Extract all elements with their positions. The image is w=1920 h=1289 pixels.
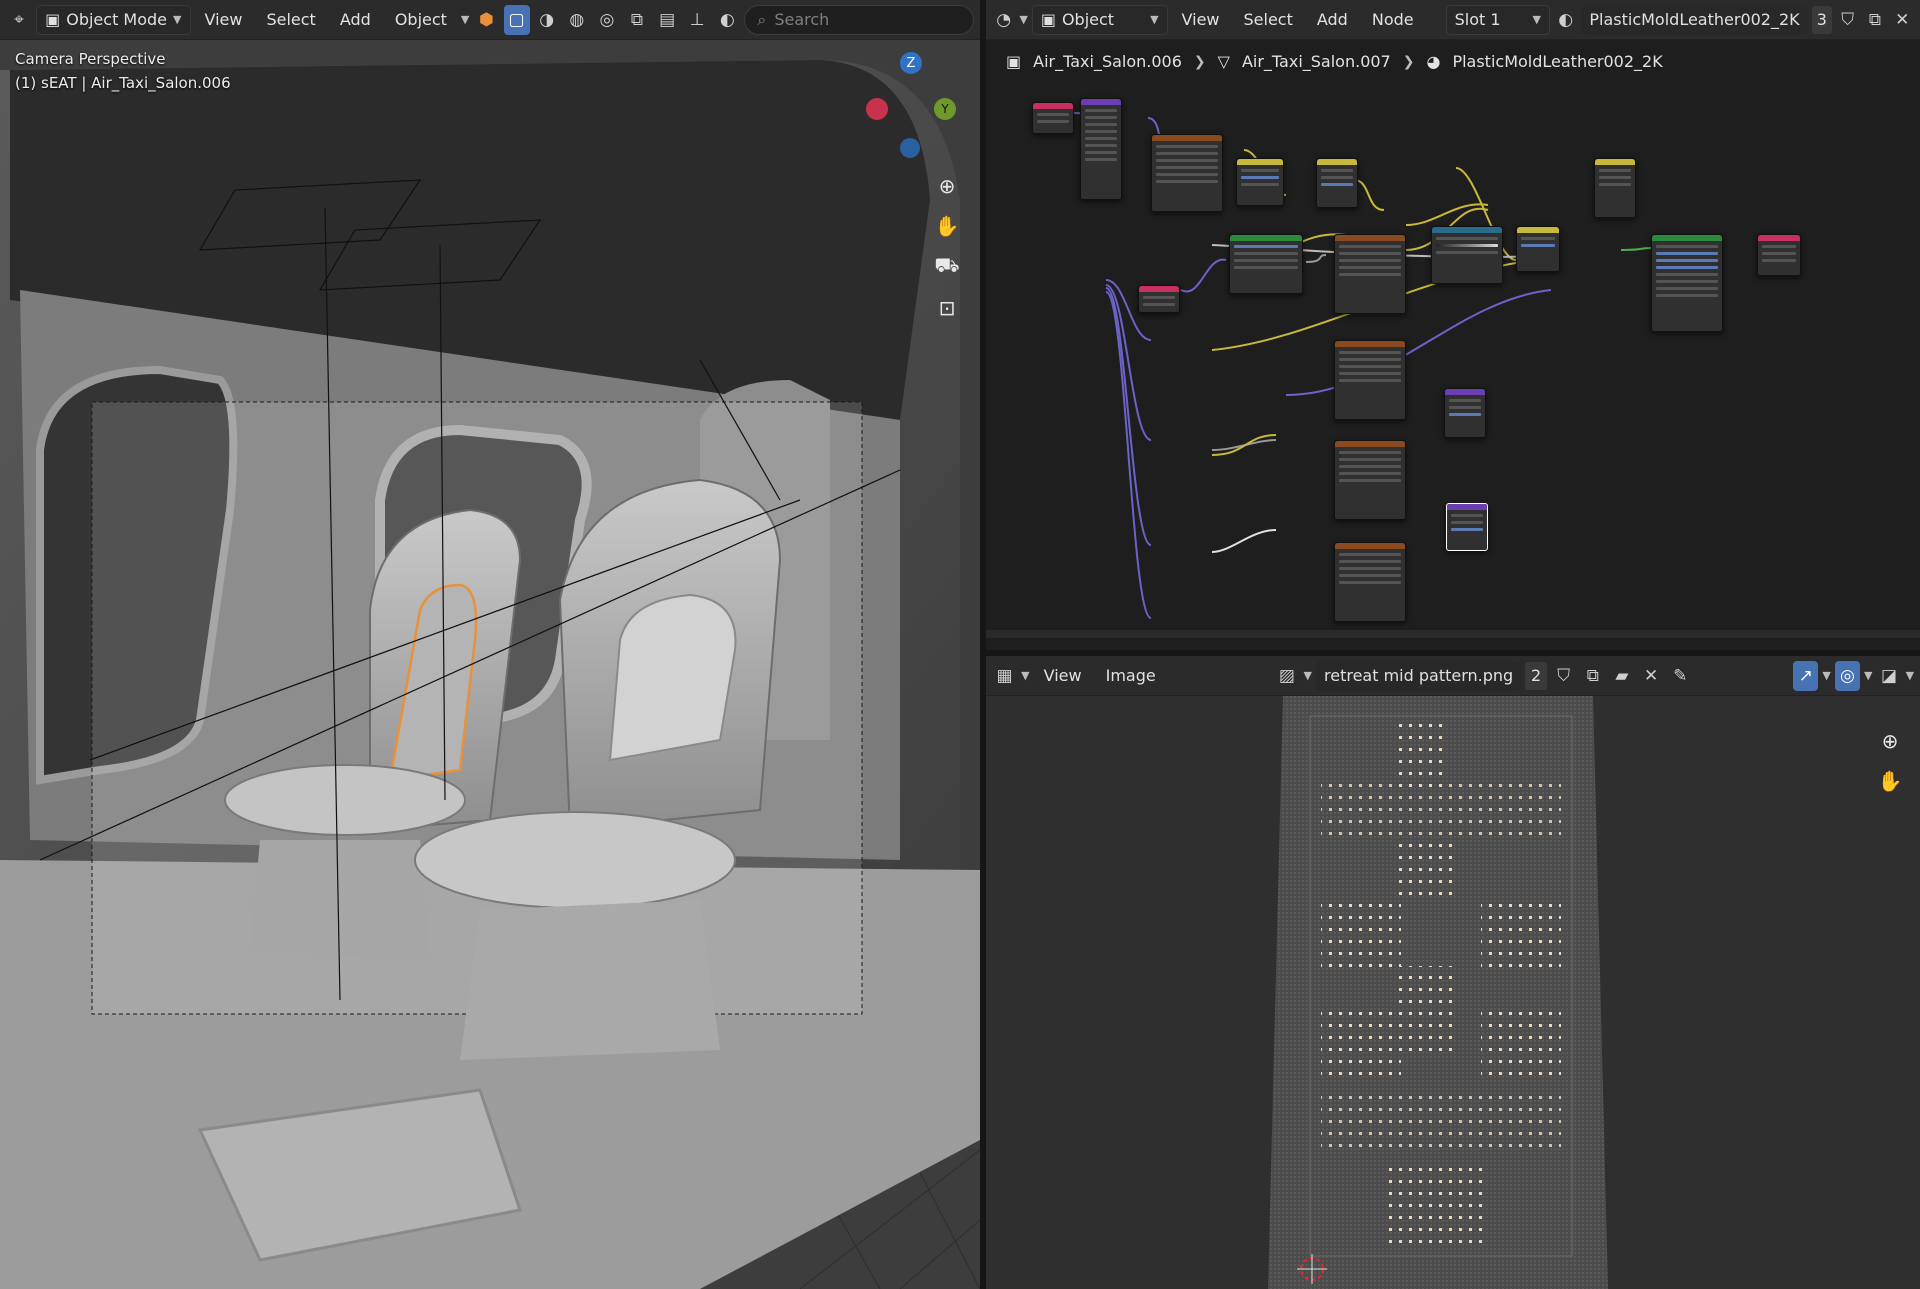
image-browse-icon[interactable]: ▨ bbox=[1274, 661, 1299, 691]
image-name-field[interactable]: retreat mid pattern.png bbox=[1316, 660, 1522, 691]
color-texture-node[interactable] bbox=[1334, 234, 1406, 314]
neg-z-axis-handle[interactable] bbox=[900, 138, 920, 158]
object-mode-icon: ▣ bbox=[45, 10, 61, 29]
shader-node-editor[interactable]: ◔ ▼ ▣ Object ▼ View Select Add Node Slot… bbox=[986, 0, 1920, 650]
search-input[interactable]: ⌕ Search bbox=[744, 4, 975, 35]
hue-saturation-node[interactable] bbox=[1236, 158, 1284, 206]
duplicate-icon[interactable]: ⧉ bbox=[1580, 661, 1605, 691]
view-name-label: Camera Perspective bbox=[15, 50, 166, 68]
3d-viewport[interactable]: ⌖ ▣ Object Mode ▼ View Select Add Object… bbox=[0, 0, 980, 1289]
editor-type-icon[interactable]: ▦ bbox=[992, 661, 1017, 691]
viewport-scene[interactable] bbox=[0, 40, 980, 1289]
menu-add[interactable]: Add bbox=[330, 5, 381, 35]
fake-user-shield-icon[interactable]: ⛉ bbox=[1551, 661, 1576, 691]
image-user-count[interactable]: 2 bbox=[1525, 661, 1548, 690]
material-output-node[interactable] bbox=[1757, 234, 1801, 276]
mix-node[interactable] bbox=[1316, 158, 1358, 208]
color-ramp-node[interactable] bbox=[1431, 226, 1503, 284]
gizmo-toggle-icon[interactable]: ↗ bbox=[1793, 660, 1819, 691]
rendered-shading-icon[interactable]: ◎ bbox=[594, 5, 620, 35]
height-texture-node[interactable] bbox=[1334, 542, 1406, 622]
solid-shading-icon[interactable]: ◑ bbox=[534, 5, 560, 35]
chevron-down-icon[interactable]: ▼ bbox=[1822, 669, 1830, 682]
y-axis-handle[interactable]: Y bbox=[934, 98, 956, 120]
image-canvas[interactable] bbox=[986, 696, 1920, 1289]
menu-view[interactable]: View bbox=[195, 5, 253, 35]
image-editor[interactable]: ▦ ▼ View Image ▨ ▼ retreat mid pattern.p… bbox=[986, 656, 1920, 1289]
simple-uv-mapping-node[interactable] bbox=[1229, 234, 1303, 294]
menu-object[interactable]: Object bbox=[385, 5, 457, 35]
pan-hand-icon[interactable]: ✋ bbox=[1872, 763, 1908, 799]
displacement-node[interactable] bbox=[1446, 503, 1488, 551]
menu-view[interactable]: View bbox=[1034, 661, 1092, 691]
pan-hand-icon[interactable]: ✋ bbox=[929, 208, 965, 244]
select-box-icon[interactable]: ▢ bbox=[503, 4, 530, 35]
chevron-down-icon[interactable]: ▼ bbox=[1906, 669, 1914, 682]
hue-saturation-node-2[interactable] bbox=[1516, 226, 1560, 272]
xray-icon[interactable]: ▤ bbox=[654, 5, 680, 35]
overlay-icon[interactable]: ⧉ bbox=[624, 5, 650, 35]
x-axis-handle[interactable] bbox=[866, 98, 888, 120]
horizontal-scrollbar[interactable] bbox=[986, 630, 1920, 638]
chevron-down-icon[interactable]: ▼ bbox=[1021, 669, 1029, 682]
image-texture-node[interactable] bbox=[1151, 134, 1223, 212]
gizmo-toggle-icon[interactable]: ⬢ bbox=[473, 5, 499, 35]
roughness-texture-node[interactable] bbox=[1334, 340, 1406, 420]
chevron-down-icon[interactable]: ▼ bbox=[1864, 669, 1872, 682]
mix-node-2[interactable] bbox=[1594, 158, 1636, 218]
proportional-icon[interactable]: ◐ bbox=[714, 5, 740, 35]
camera-view-icon[interactable]: ⛟ bbox=[929, 248, 965, 284]
normal-texture-node[interactable] bbox=[1334, 440, 1406, 520]
material-preview-icon[interactable]: ◍ bbox=[564, 5, 590, 35]
close-icon[interactable]: ✕ bbox=[1639, 661, 1664, 691]
principled-bsdf-node[interactable] bbox=[1651, 234, 1723, 332]
chevron-down-icon[interactable]: ▼ bbox=[461, 13, 469, 26]
lock-icon[interactable]: ⊡ bbox=[929, 290, 965, 326]
navigation-gizmo[interactable]: Z Y bbox=[860, 50, 960, 160]
normal-map-node[interactable] bbox=[1444, 388, 1486, 438]
menu-select[interactable]: Select bbox=[256, 5, 325, 35]
image-editor-header: ▦ ▼ View Image ▨ ▼ retreat mid pattern.p… bbox=[986, 656, 1920, 696]
z-axis-handle[interactable]: Z bbox=[900, 52, 922, 74]
chevron-down-icon: ▼ bbox=[173, 13, 182, 26]
snap-icon[interactable]: ⊥ bbox=[684, 5, 710, 35]
uv-map-node-2[interactable] bbox=[1138, 285, 1180, 313]
mode-dropdown[interactable]: ▣ Object Mode ▼ bbox=[36, 4, 191, 35]
search-placeholder: Search bbox=[774, 10, 830, 29]
uv-map-node[interactable] bbox=[1032, 102, 1074, 134]
active-object-label: (1) sEAT | Air_Taxi_Salon.006 bbox=[15, 74, 231, 92]
mapping-node[interactable] bbox=[1080, 98, 1122, 200]
search-icon: ⌕ bbox=[757, 9, 767, 29]
zoom-icon[interactable]: ⊕ bbox=[1872, 723, 1908, 759]
editor-type-icon[interactable]: ⌖ bbox=[6, 5, 32, 35]
display-channels-icon[interactable]: ◪ bbox=[1876, 661, 1901, 691]
overlay-toggle-icon[interactable]: ◎ bbox=[1834, 660, 1860, 691]
node-links bbox=[1073, 112, 1657, 619]
chevron-down-icon[interactable]: ▼ bbox=[1304, 669, 1312, 682]
menu-image[interactable]: Image bbox=[1096, 661, 1166, 691]
pin-icon[interactable]: ✎ bbox=[1668, 661, 1693, 691]
mode-label: Object Mode bbox=[66, 10, 168, 29]
zoom-icon[interactable]: ⊕ bbox=[929, 168, 965, 204]
viewport-header: ⌖ ▣ Object Mode ▼ View Select Add Object… bbox=[0, 0, 980, 40]
open-folder-icon[interactable]: ▰ bbox=[1609, 661, 1634, 691]
